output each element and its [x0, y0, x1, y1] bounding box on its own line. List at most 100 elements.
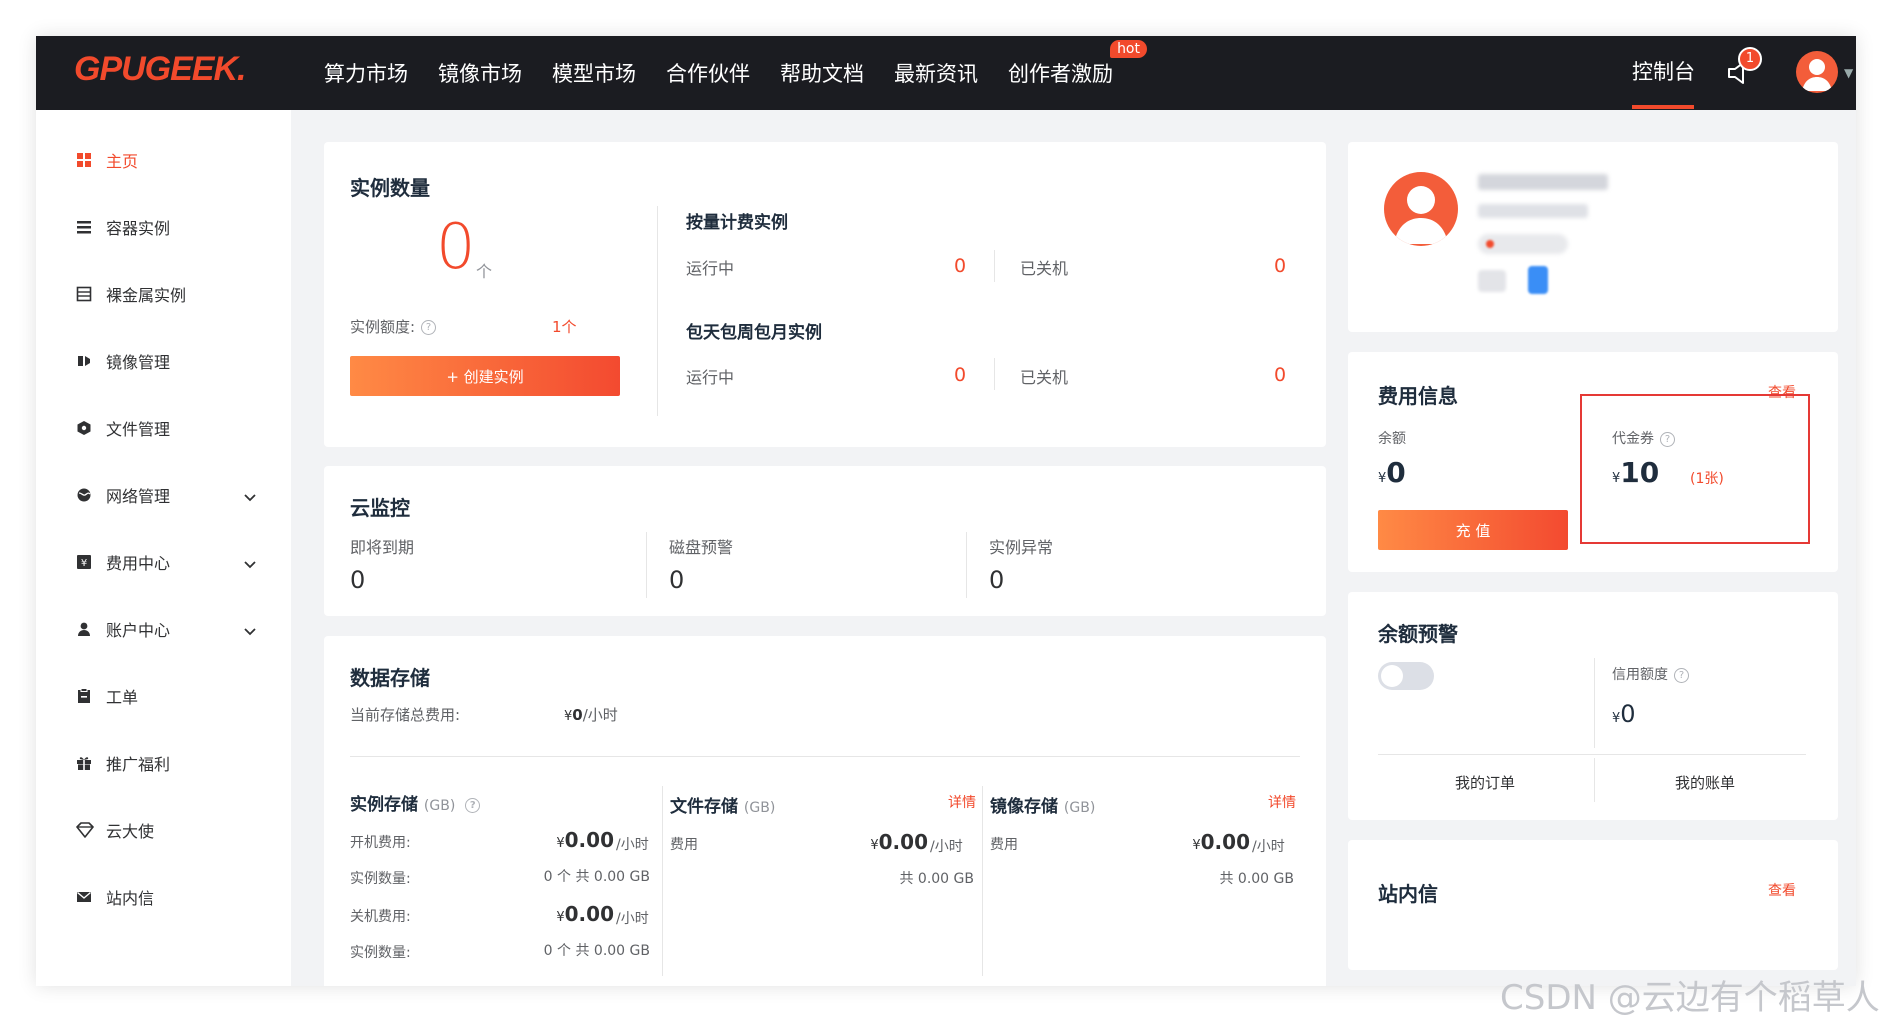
- sidebar-item-account[interactable]: 账户中心: [76, 609, 276, 649]
- sidebar-item-bare-metal[interactable]: 裸金属实例: [76, 274, 276, 314]
- sub-running-value: 0: [954, 364, 967, 386]
- inbox-view-link[interactable]: 查看: [1768, 880, 1796, 900]
- csdn-watermark: CSDN @云边有个稻草人: [1500, 978, 1880, 1018]
- off-fee-value: ¥0.00: [530, 902, 614, 926]
- inbox-title: 站内信: [1378, 882, 1438, 906]
- toggle-knob: [1381, 665, 1403, 687]
- nav-model-market[interactable]: 模型市场: [552, 58, 636, 88]
- profile-avatar[interactable]: [1384, 172, 1458, 246]
- storage-total-cost: ¥0/小时: [564, 704, 618, 725]
- sidebar-item-label: 主页: [106, 152, 139, 171]
- sidebar-item-label: 文件管理: [106, 420, 171, 439]
- chevron-down-icon[interactable]: ▼: [1844, 66, 1853, 80]
- sidebar-item-label: 工单: [106, 688, 139, 707]
- cloud-monitor-card: 云监控 即将到期 0 磁盘预警 0 实例异常 0: [324, 466, 1326, 616]
- console-link[interactable]: 控制台: [1632, 56, 1695, 86]
- on-fee-value: ¥0.00: [530, 828, 614, 852]
- nav-creator-incentive[interactable]: 创作者激励 hot: [1008, 40, 1147, 88]
- sidebar-item-inbox[interactable]: 站内信: [76, 877, 276, 917]
- payg-running-label: 运行中: [686, 259, 735, 278]
- disk-warning-value[interactable]: 0: [669, 566, 684, 594]
- off-fee-label: 关机费用:: [350, 909, 411, 925]
- sidebar-item-label: 站内信: [106, 889, 155, 908]
- image-storage-detail-link[interactable]: 详情: [1268, 792, 1296, 812]
- gb-unit: (GB): [1063, 800, 1096, 816]
- sidebar-item-images[interactable]: 镜像管理: [76, 341, 276, 381]
- status-dot-icon: [1486, 240, 1494, 248]
- sidebar-item-network[interactable]: 网络管理: [76, 475, 276, 515]
- sidebar-item-tickets[interactable]: 工单: [76, 676, 276, 716]
- help-question-icon[interactable]: ?: [1660, 431, 1675, 447]
- divider: [350, 756, 1300, 757]
- expiring-value[interactable]: 0: [350, 566, 365, 594]
- currency-icon: ¥: [76, 554, 92, 570]
- folder-icon: [76, 420, 92, 436]
- on-count-label: 实例数量:: [350, 871, 411, 887]
- sidebar-item-promotions[interactable]: 推广福利: [76, 743, 276, 783]
- create-instance-button[interactable]: + 创建实例: [350, 356, 620, 396]
- profile-card: [1348, 142, 1838, 332]
- data-storage-card: 数据存储 当前存储总费用: ¥0/小时 实例存储 (GB)? 开机费用: ¥0.…: [324, 636, 1326, 986]
- disk-warning-label: 磁盘预警: [669, 538, 734, 557]
- balance-alert-title: 余额预警: [1378, 622, 1458, 646]
- credit-limit-label: 信用额度?: [1612, 664, 1689, 684]
- image-fee-amount: 0.00: [1200, 830, 1250, 854]
- sidebar-item-billing[interactable]: ¥ 费用中心: [76, 542, 276, 582]
- nav-partners[interactable]: 合作伙伴: [666, 58, 750, 88]
- mail-icon: [76, 889, 92, 905]
- on-fee-label: 开机费用:: [350, 835, 411, 851]
- sidebar: 主页 容器实例 裸金属实例 镜像管理 文件管理 网络管理 ¥ 费用中心 账户中心…: [36, 110, 291, 986]
- sidebar-item-home[interactable]: 主页: [76, 140, 276, 180]
- divider: [662, 786, 663, 976]
- my-orders-link[interactable]: 我的订单: [1378, 772, 1592, 793]
- help-question-icon[interactable]: ?: [465, 797, 481, 813]
- sub-stopped-value: 0: [1274, 364, 1287, 386]
- instance-error-value[interactable]: 0: [989, 566, 1004, 594]
- balance-label: 余额: [1378, 431, 1406, 447]
- gpugeek-logo[interactable]: GPUGEEK.: [74, 50, 247, 89]
- inbox-card: 站内信 查看: [1348, 840, 1838, 970]
- file-storage-detail-link[interactable]: 详情: [948, 792, 976, 812]
- nav-compute-market[interactable]: 算力市场: [324, 58, 408, 88]
- credit-label-text: 信用额度: [1612, 667, 1668, 683]
- list-icon: [76, 219, 92, 235]
- instance-count-value: 0: [436, 210, 476, 283]
- nav-image-market[interactable]: 镜像市场: [438, 58, 522, 88]
- nav-help-docs[interactable]: 帮助文档: [780, 58, 864, 88]
- storage-total-label: 当前存储总费用:: [350, 706, 461, 724]
- recharge-button[interactable]: 充 值: [1378, 510, 1568, 550]
- divider: [1594, 658, 1595, 748]
- notification-count-badge: 1: [1738, 47, 1762, 71]
- clipboard-icon: [76, 688, 92, 704]
- gift-icon: [76, 755, 92, 771]
- hot-badge: hot: [1110, 40, 1147, 58]
- divider: [1594, 758, 1595, 802]
- instance-error-label: 实例异常: [989, 538, 1054, 557]
- image-storage-title: 镜像存储 (GB): [990, 792, 1095, 817]
- logo-text: GPUGEEK: [74, 50, 238, 88]
- help-question-icon[interactable]: ?: [1674, 667, 1689, 683]
- phone-bind-icon[interactable]: [1528, 266, 1548, 294]
- user-icon: [76, 621, 92, 637]
- email-bind-icon[interactable]: [1478, 270, 1506, 292]
- my-bills-link[interactable]: 我的账单: [1598, 772, 1812, 793]
- sidebar-item-containers[interactable]: 容器实例: [76, 207, 276, 247]
- per-hour-unit: /小时: [616, 911, 649, 927]
- user-avatar[interactable]: [1796, 51, 1838, 93]
- nav-latest-news[interactable]: 最新资讯: [894, 58, 978, 88]
- diamond-icon: [76, 822, 94, 838]
- payg-stopped-label: 已关机: [1020, 259, 1069, 278]
- voucher-value: ¥10: [1612, 456, 1659, 489]
- balance-alert-toggle[interactable]: [1378, 662, 1434, 690]
- sidebar-item-files[interactable]: 文件管理: [76, 408, 276, 448]
- storage-total-value: 0: [572, 706, 583, 724]
- file-total: 共 0.00 GB: [899, 871, 974, 887]
- gb-unit: (GB): [743, 800, 776, 816]
- help-question-icon[interactable]: ?: [421, 320, 437, 335]
- server-icon: [76, 286, 92, 302]
- instance-quota-value: 1个: [552, 318, 577, 336]
- voucher-count[interactable]: (1张): [1690, 468, 1724, 488]
- expiring-label: 即将到期: [350, 538, 415, 557]
- currency-symbol: ¥: [1192, 838, 1201, 853]
- sidebar-item-ambassador[interactable]: 云大使: [76, 810, 276, 850]
